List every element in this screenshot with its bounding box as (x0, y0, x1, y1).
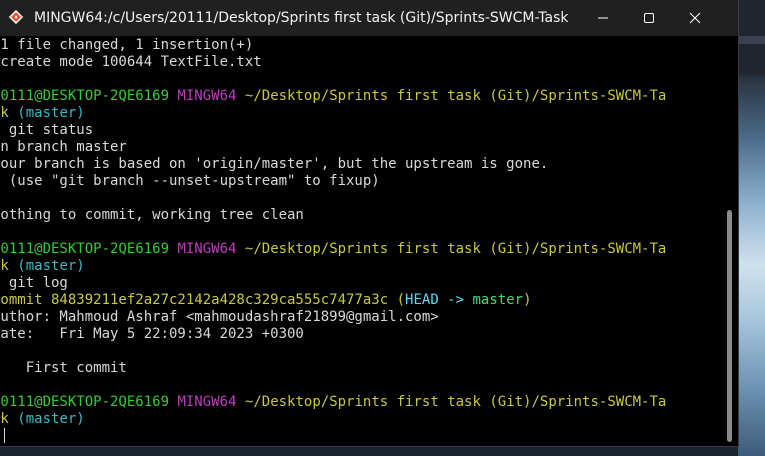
maximize-icon (644, 13, 654, 23)
terminal-line: 20111@DESKTOP-2QE6169 MINGW64 ~/Desktop/… (0, 88, 666, 105)
commit-head-ref: HEAD -> (405, 292, 465, 308)
terminal-line: First commit (0, 360, 127, 376)
prompt-shell: MINGW64 (177, 241, 237, 257)
close-icon (689, 12, 701, 24)
terminal-window[interactable]: MINGW64:/c/Users/20111/Desktop/Sprints f… (0, 0, 739, 447)
prompt-shell: MINGW64 (177, 88, 237, 104)
terminal-line: $ git log (0, 275, 68, 291)
terminal-line: $ git status (0, 122, 94, 138)
maximize-button[interactable] (626, 0, 672, 36)
prompt-branch: (master) (17, 105, 85, 121)
git-bash-icon (8, 9, 24, 25)
prompt-user: 20111@DESKTOP-2QE6169 (0, 88, 170, 104)
close-button[interactable] (672, 0, 718, 36)
prompt-path-continued: sk (0, 411, 9, 427)
terminal-line: 20111@DESKTOP-2QE6169 MINGW64 ~/Desktop/… (0, 241, 666, 258)
terminal-lines: 1 file changed, 1 insertion(+) create mo… (0, 37, 666, 445)
terminal-line: sk (master) (0, 105, 666, 122)
terminal-line: Date: Fri May 5 22:09:34 2023 +0300 (0, 326, 304, 342)
window-title: MINGW64:/c/Users/20111/Desktop/Sprints f… (34, 10, 569, 26)
terminal-line: Author: Mahmoud Ashraf <mahmoudashraf218… (0, 309, 439, 325)
terminal-line: Your branch is based on 'origin/master',… (0, 156, 549, 172)
prompt-path: ~/Desktop/Sprints first task (Git)/Sprin… (244, 394, 667, 410)
prompt-branch: (master) (17, 258, 85, 274)
commit-refs-close: ) (523, 292, 532, 308)
scrollbar-thumb[interactable] (727, 210, 732, 442)
prompt-shell: MINGW64 (177, 394, 237, 410)
terminal-line: On branch master (0, 139, 127, 155)
commit-branch-ref: master (472, 292, 524, 308)
prompt-path: ~/Desktop/Sprints first task (Git)/Sprin… (244, 241, 667, 257)
prompt-path: ~/Desktop/Sprints first task (Git)/Sprin… (244, 88, 667, 104)
text-cursor (4, 428, 6, 443)
title-bar[interactable]: MINGW64:/c/Users/20111/Desktop/Sprints f… (0, 0, 738, 36)
terminal-line: sk (master) (0, 411, 666, 428)
desktop-wallpaper (738, 0, 765, 456)
minimize-button[interactable] (580, 0, 626, 36)
terminal-line: (use "git branch --unset-upstream" to fi… (0, 173, 380, 189)
commit-hash: commit 84839211ef2a27c2142a428c329ca555c… (0, 292, 389, 308)
terminal-output[interactable]: 1 file changed, 1 insertion(+) create mo… (0, 36, 722, 446)
terminal-line: create mode 100644 TextFile.txt (0, 54, 262, 70)
terminal-line: nothing to commit, working tree clean (0, 207, 304, 223)
prompt-path-continued: sk (0, 258, 9, 274)
prompt-user: 20111@DESKTOP-2QE6169 (0, 241, 170, 257)
terminal-line: 20111@DESKTOP-2QE6169 MINGW64 ~/Desktop/… (0, 394, 666, 411)
terminal-line: sk (master) (0, 258, 666, 275)
minimize-icon (598, 17, 608, 19)
terminal-line: 1 file changed, 1 insertion(+) (0, 37, 254, 53)
desktop-bar (738, 36, 765, 44)
terminal-line: commit 84839211ef2a27c2142a428c329ca555c… (0, 292, 666, 309)
terminal-line: $ (0, 428, 666, 445)
prompt-branch: (master) (17, 411, 85, 427)
prompt-user: 20111@DESKTOP-2QE6169 (0, 394, 170, 410)
prompt-path-continued: sk (0, 105, 9, 121)
commit-refs-open: ( (396, 292, 406, 308)
